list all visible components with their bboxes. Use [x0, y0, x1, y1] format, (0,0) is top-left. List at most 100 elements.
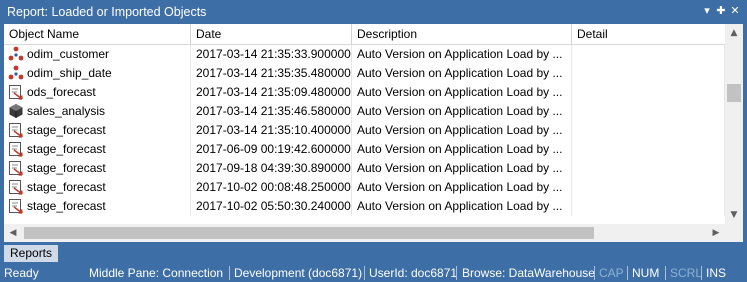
cell-detail — [572, 197, 725, 216]
cell-text: Auto Version on Application Load by ... — [357, 180, 563, 194]
column-header-object-name[interactable]: Object Name — [4, 24, 191, 44]
cube-icon — [8, 103, 24, 119]
scroll-right-icon[interactable]: ▶ — [707, 224, 725, 242]
window-position-button[interactable]: ▾ — [700, 4, 714, 18]
table-row[interactable]: stage_forecast 2017-06-09 00:19:42.600000… — [4, 140, 725, 159]
status-separator — [456, 266, 457, 280]
cell-detail — [572, 159, 725, 178]
cell-name: stage_forecast — [4, 140, 191, 159]
cell-desc: Auto Version on Application Load by ... — [352, 197, 572, 216]
status-environment: Development (doc6871) — [234, 266, 363, 280]
status-scrl: SCRL — [670, 266, 703, 280]
horizontal-scrollbar[interactable]: ◀ ▶ — [4, 224, 725, 242]
status-bar: Ready Middle Pane: Connection Developmen… — [0, 264, 747, 282]
cell-date: 2017-10-02 05:50:30.240000 — [191, 197, 352, 216]
table-row[interactable]: ods_forecast 2017-03-14 21:35:09.480000 Au… — [4, 83, 725, 102]
status-separator — [364, 266, 365, 280]
cell-text: 2017-03-14 21:35:10.400000 — [196, 123, 351, 137]
cell-date: 2017-03-14 21:35:35.480000 — [191, 64, 352, 83]
cell-detail — [572, 102, 725, 121]
cell-desc: Auto Version on Application Load by ... — [352, 83, 572, 102]
cell-detail — [572, 83, 725, 102]
cell-desc: Auto Version on Application Load by ... — [352, 45, 572, 64]
scroll-down-icon[interactable]: ▼ — [725, 206, 743, 224]
cell-date: 2017-06-09 00:19:42.600000 — [191, 140, 352, 159]
cell-name: stage_forecast — [4, 178, 191, 197]
scroll-up-icon[interactable]: ▲ — [725, 24, 743, 42]
status-separator — [627, 266, 628, 280]
table-row[interactable]: sales_analysis 2017-03-14 21:35:46.580000… — [4, 102, 725, 121]
cell-text: 2017-03-14 21:35:35.480000 — [196, 66, 351, 80]
table-row[interactable]: stage_forecast 2017-03-14 21:35:10.400000… — [4, 121, 725, 140]
cell-text: stage_forecast — [27, 180, 106, 194]
cell-text: Auto Version on Application Load by ... — [357, 66, 563, 80]
status-userid: UserId: doc6871 — [369, 266, 458, 280]
cell-text: Auto Version on Application Load by ... — [357, 199, 563, 213]
window-title: Report: Loaded or Imported Objects — [7, 5, 207, 19]
report-icon — [8, 141, 24, 157]
status-ready: Ready — [4, 266, 39, 280]
window-title-bar: Report: Loaded or Imported Objects ▾ ✚ ✕ — [0, 0, 747, 24]
table-row[interactable]: odim_customer 2017-03-14 21:35:33.900000 A… — [4, 45, 725, 64]
cell-name: stage_forecast — [4, 121, 191, 140]
cell-name: stage_forecast — [4, 197, 191, 216]
cell-name: sales_analysis — [4, 102, 191, 121]
dots-icon — [8, 46, 24, 62]
cell-text: Auto Version on Application Load by ... — [357, 85, 563, 99]
cell-text: sales_analysis — [27, 104, 106, 118]
cell-text: Auto Version on Application Load by ... — [357, 142, 563, 156]
tab-reports[interactable]: Reports — [4, 245, 59, 262]
cell-desc: Auto Version on Application Load by ... — [352, 159, 572, 178]
column-header-description[interactable]: Description — [352, 24, 572, 44]
cell-date: 2017-09-18 04:39:30.890000 — [191, 159, 352, 178]
cell-name: stage_forecast — [4, 159, 191, 178]
cell-text: 2017-03-14 21:35:46.580000 — [196, 104, 351, 118]
cell-text: stage_forecast — [27, 142, 106, 156]
cell-text: 2017-06-09 00:19:42.600000 — [196, 142, 351, 156]
cell-text: 2017-09-18 04:39:30.890000 — [196, 161, 351, 175]
cell-text: Auto Version on Application Load by ... — [357, 47, 563, 61]
grid-body: odim_customer 2017-03-14 21:35:33.900000 A… — [4, 45, 725, 224]
column-header-date[interactable]: Date — [191, 24, 352, 44]
cell-text: ods_forecast — [27, 85, 96, 99]
cell-desc: Auto Version on Application Load by ... — [352, 102, 572, 121]
cell-detail — [572, 140, 725, 159]
status-middle-pane: Middle Pane: Connection — [89, 266, 224, 280]
cell-desc: Auto Version on Application Load by ... — [352, 64, 572, 83]
report-icon — [8, 160, 24, 176]
report-icon — [8, 198, 24, 214]
cell-name: odim_ship_date — [4, 64, 191, 83]
scroll-corner — [725, 224, 743, 242]
report-grid: Object Name Date Description Detail odim… — [4, 24, 743, 242]
cell-detail — [572, 178, 725, 197]
pin-icon[interactable]: ✚ — [714, 4, 728, 18]
report-icon — [8, 122, 24, 138]
horizontal-scroll-thumb[interactable] — [24, 227, 594, 239]
cell-text: 2017-03-14 21:35:33.900000 — [196, 47, 351, 61]
cell-text: 2017-10-02 00:08:48.250000 — [196, 180, 351, 194]
close-icon[interactable]: ✕ — [728, 4, 742, 18]
scroll-left-icon[interactable]: ◀ — [4, 224, 22, 242]
cell-text: Auto Version on Application Load by ... — [357, 123, 563, 137]
cell-date: 2017-03-14 21:35:46.580000 — [191, 102, 352, 121]
table-row[interactable]: odim_ship_date 2017-03-14 21:35:35.480000… — [4, 64, 725, 83]
cell-desc: Auto Version on Application Load by ... — [352, 178, 572, 197]
grid-header: Object Name Date Description Detail — [4, 24, 725, 45]
cell-text: stage_forecast — [27, 161, 106, 175]
cell-detail — [572, 64, 725, 83]
cell-text: odim_ship_date — [27, 66, 112, 80]
status-ins: INS — [706, 266, 727, 280]
cell-date: 2017-03-14 21:35:10.400000 — [191, 121, 352, 140]
status-num: NUM — [632, 266, 660, 280]
vertical-scroll-thumb[interactable] — [727, 84, 741, 102]
status-separator — [701, 266, 702, 280]
report-icon — [8, 179, 24, 195]
column-header-detail[interactable]: Detail — [572, 24, 725, 44]
cell-date: 2017-03-14 21:35:09.480000 — [191, 83, 352, 102]
cell-desc: Auto Version on Application Load by ... — [352, 140, 572, 159]
cell-name: ods_forecast — [4, 83, 191, 102]
table-row[interactable]: stage_forecast 2017-09-18 04:39:30.890000… — [4, 159, 725, 178]
table-row[interactable]: stage_forecast 2017-10-02 00:08:48.250000… — [4, 178, 725, 197]
table-row[interactable]: stage_forecast 2017-10-02 05:50:30.240000… — [4, 197, 725, 216]
vertical-scrollbar[interactable]: ▲ ▼ — [725, 24, 743, 224]
